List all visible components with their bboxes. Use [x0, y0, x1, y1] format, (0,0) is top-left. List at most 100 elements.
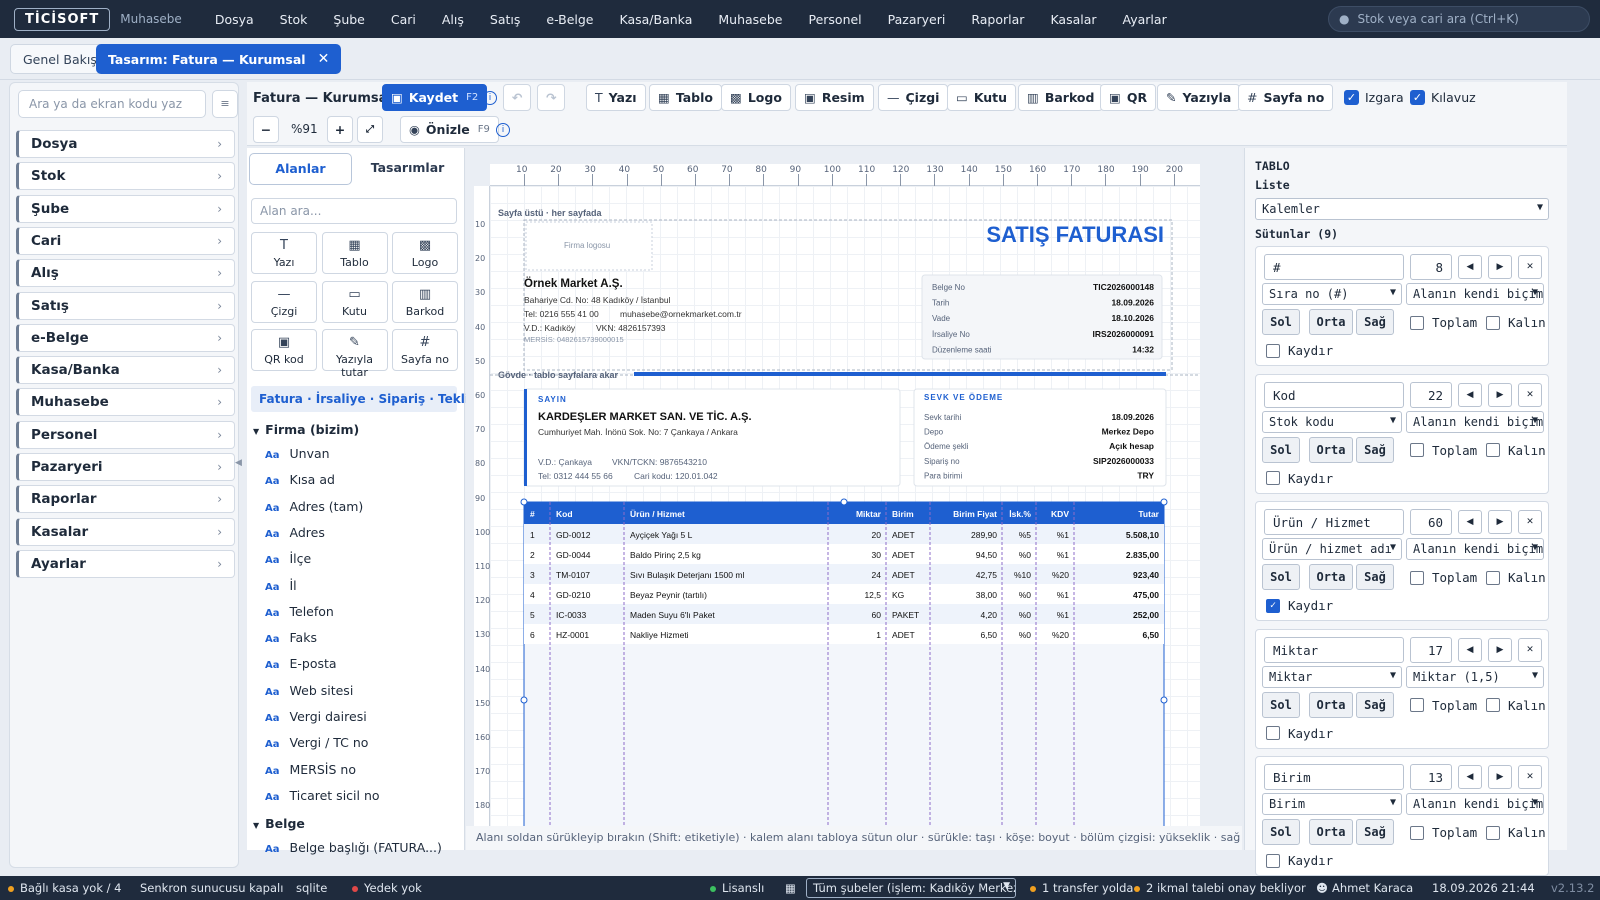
column-source-select[interactable]: Miktar ▼	[1262, 665, 1402, 688]
total-checkbox[interactable]: Toplam	[1410, 698, 1477, 713]
wrap-checkbox[interactable]: ✓ Kaydır	[1266, 598, 1333, 613]
bold-checkbox[interactable]: Kalın	[1486, 570, 1546, 585]
sidebar-item[interactable]: Alış ›	[16, 259, 235, 288]
total-checkbox[interactable]: Toplam	[1410, 570, 1477, 585]
move-left-icon[interactable]: ◀	[1458, 510, 1482, 534]
tab-designs[interactable]: Tasarımlar	[355, 153, 460, 185]
menu-item[interactable]: Şube	[320, 12, 377, 27]
move-left-icon[interactable]: ◀	[1458, 255, 1482, 279]
column-source-select[interactable]: Ürün / hizmet adı ▼	[1262, 538, 1402, 560]
menu-item[interactable]: Kasa/Banka	[607, 12, 706, 27]
insert-tool-button[interactable]: ▩ Logo	[721, 84, 791, 111]
column-format-select[interactable]: Alanın kendi biçimi ▼	[1406, 538, 1544, 560]
move-right-icon[interactable]: ▶	[1488, 510, 1512, 534]
sidebar-item[interactable]: Satış ›	[16, 291, 235, 320]
align-button[interactable]: Sol	[1262, 691, 1300, 718]
move-left-icon[interactable]: ◀	[1458, 382, 1482, 407]
align-button[interactable]: Orta	[1309, 819, 1353, 845]
column-width-input[interactable]: 22	[1410, 381, 1452, 408]
zoom-out-button[interactable]: −	[253, 116, 279, 143]
column-format-select[interactable]: Alanın kendi biçimi ▼	[1406, 283, 1544, 305]
palette-tool[interactable]: ▣ QR kod	[251, 329, 317, 371]
column-source-select[interactable]: Stok kodu ▼	[1262, 410, 1402, 433]
restock-status[interactable]: 2 ikmal talebi onay bekliyor	[1134, 881, 1306, 895]
wrap-checkbox[interactable]: Kaydır	[1266, 471, 1333, 486]
tab-fields[interactable]: Alanlar	[249, 153, 352, 185]
grid-toggle[interactable]: ✓ Izgara	[1344, 90, 1404, 105]
insert-tool-button[interactable]: ▭ Kutu	[947, 84, 1017, 111]
field-item[interactable]: Aa Telefon	[265, 604, 334, 619]
total-checkbox[interactable]: Toplam	[1410, 443, 1477, 458]
remove-column-icon[interactable]: ✕	[1518, 637, 1542, 662]
close-icon[interactable]: ✕	[318, 51, 330, 67]
global-search-input[interactable]: ● Stok veya cari ara (Ctrl+K)	[1328, 6, 1590, 32]
menu-item[interactable]: Cari	[378, 12, 429, 27]
palette-tool[interactable]: ▦ Tablo	[321, 232, 388, 274]
palette-tool[interactable]: T Yazı	[251, 232, 317, 274]
palette-tool[interactable]: ▭ Kutu	[321, 280, 388, 323]
field-item[interactable]: Aa Kısa ad	[265, 472, 335, 487]
field-item[interactable]: Aa İl	[265, 578, 297, 593]
field-item[interactable]: Aa Belge başlığı (FATURA...)	[265, 840, 442, 855]
info-icon[interactable]: i	[483, 91, 497, 105]
sidebar-item[interactable]: Ayarlar ›	[16, 549, 235, 578]
column-title-input[interactable]: Miktar	[1264, 636, 1404, 663]
field-item[interactable]: Aa Vergi / TC no	[265, 735, 368, 750]
move-right-icon[interactable]: ▶	[1488, 765, 1512, 789]
menu-item[interactable]: Dosya	[202, 12, 267, 27]
info-icon[interactable]: i	[496, 123, 510, 137]
total-checkbox[interactable]: Toplam	[1410, 315, 1477, 330]
transfer-status[interactable]: 1 transfer yolda	[1030, 881, 1133, 895]
field-item[interactable]: Aa MERSİS no	[265, 762, 356, 777]
field-item[interactable]: Aa Faks	[265, 630, 317, 645]
field-item[interactable]: Aa İlçe	[265, 551, 311, 566]
tab-invoice-design[interactable]: Tasarım: Fatura — Kurumsal ✕	[96, 44, 342, 74]
sidebar-item[interactable]: Kasalar ›	[16, 517, 235, 546]
palette-tool[interactable]: # Sayfa no	[392, 329, 458, 371]
invoice-svg[interactable]: Sayfa üstü · her sayfada Firma logosu SATI…	[490, 186, 1200, 850]
field-item[interactable]: Aa E-posta	[265, 656, 337, 671]
sidebar-item[interactable]: Dosya ›	[16, 130, 235, 158]
move-right-icon[interactable]: ▶	[1488, 255, 1512, 279]
total-checkbox[interactable]: Toplam	[1410, 825, 1477, 840]
align-button[interactable]: Sol	[1262, 819, 1300, 845]
sidebar-item[interactable]: e-Belge ›	[16, 323, 235, 352]
insert-tool-button[interactable]: ✎ Yazıyla	[1157, 84, 1241, 111]
preview-button[interactable]: ◉ Önizle F9	[400, 116, 499, 143]
bold-checkbox[interactable]: Kalın	[1486, 825, 1546, 840]
menu-item[interactable]: Alış	[429, 12, 477, 27]
align-button[interactable]: Sağ	[1356, 819, 1394, 845]
column-title-input[interactable]: Ürün / Hizmet	[1264, 509, 1404, 535]
sidebar-item[interactable]: Şube ›	[16, 194, 235, 223]
field-item[interactable]: Aa Adres (tam)	[265, 499, 363, 514]
menu-item[interactable]: Satış	[477, 12, 533, 27]
palette-tool[interactable]: ▩ Logo	[392, 232, 458, 274]
insert-tool-button[interactable]: ▣ Resim	[795, 84, 874, 111]
column-title-input[interactable]: #	[1264, 254, 1404, 280]
user-status[interactable]: ☻ Ahmet Karaca	[1316, 881, 1413, 895]
column-source-select[interactable]: Sıra no (#) ▼	[1262, 283, 1402, 305]
move-right-icon[interactable]: ▶	[1488, 637, 1512, 662]
column-width-input[interactable]: 8	[1410, 254, 1452, 280]
align-button[interactable]: Sol	[1262, 436, 1300, 463]
field-item[interactable]: Aa Web sitesi	[265, 683, 353, 698]
column-format-select[interactable]: Alanın kendi biçimi ▼	[1406, 793, 1544, 815]
sidebar-search-input[interactable]: Ara ya da ekran kodu yaz	[18, 90, 206, 118]
remove-column-icon[interactable]: ✕	[1518, 382, 1542, 407]
remove-column-icon[interactable]: ✕	[1518, 510, 1542, 534]
align-button[interactable]: Sol	[1262, 564, 1300, 590]
insert-tool-button[interactable]: ▣ QR	[1100, 84, 1157, 111]
align-button[interactable]: Sağ	[1356, 309, 1394, 335]
tab-overview[interactable]: Genel Bakış	[10, 44, 110, 74]
align-button[interactable]: Orta	[1309, 309, 1353, 335]
move-left-icon[interactable]: ◀	[1458, 637, 1482, 662]
sidebar-item[interactable]: Raporlar ›	[16, 485, 235, 514]
column-title-input[interactable]: Birim	[1264, 764, 1404, 790]
menu-item[interactable]: Muhasebe	[705, 12, 795, 27]
insert-tool-button[interactable]: — Çizgi	[878, 84, 949, 111]
column-title-input[interactable]: Kod	[1264, 381, 1404, 408]
column-width-input[interactable]: 60	[1410, 509, 1452, 535]
column-width-input[interactable]: 17	[1410, 636, 1452, 663]
menu-item[interactable]: Ayarlar	[1110, 12, 1180, 27]
field-item[interactable]: Aa Vergi dairesi	[265, 709, 367, 724]
